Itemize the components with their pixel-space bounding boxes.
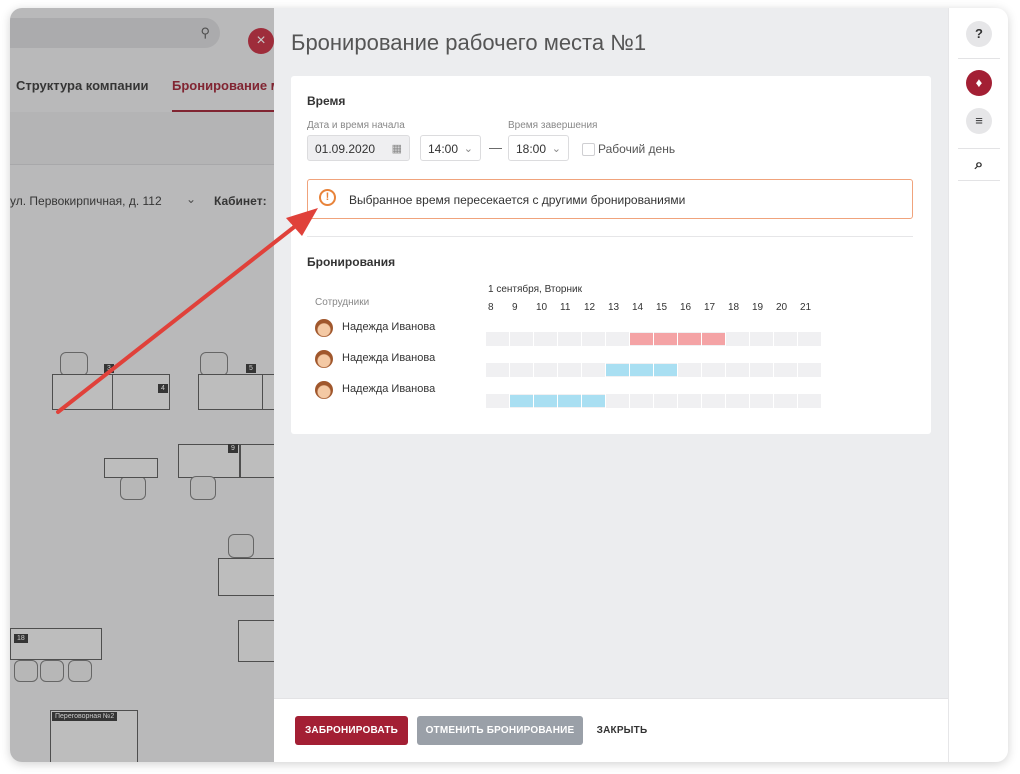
bell-icon[interactable]: ♦ — [966, 70, 992, 96]
date-field[interactable]: 01.09.2020 ▦ — [307, 135, 410, 161]
bookings-section-title: Бронирования — [307, 255, 396, 269]
timeline-hour-label: 15 — [656, 302, 668, 313]
timeline-gridline — [749, 322, 750, 408]
alert-text: Выбранное время пересекается с другими б… — [349, 193, 686, 207]
end-label: Время завершения — [508, 120, 598, 131]
right-rail: ? ♦ ≡ ⌕ — [948, 8, 1008, 762]
workday-checkbox[interactable] — [582, 143, 595, 156]
timeline-gridline — [677, 322, 678, 408]
employee-name: Надежда Иванова — [342, 352, 436, 364]
page-title: Бронирование рабочего места №1 — [291, 30, 647, 55]
timeline-gridline — [725, 322, 726, 408]
rail-divider — [958, 180, 1000, 181]
calendar-icon: ▦ — [391, 143, 402, 155]
timeline-gridline — [701, 322, 702, 408]
rail-divider — [958, 58, 1000, 59]
avatar — [315, 319, 333, 337]
workday-label: Рабочий день — [598, 142, 676, 156]
employees-header: Сотрудники — [315, 297, 370, 308]
timeline-hour-label: 11 — [560, 302, 571, 313]
timeline-gridline — [557, 322, 558, 408]
timeline-gridline — [797, 322, 798, 408]
booking-bar[interactable] — [630, 333, 726, 345]
time-section-title: Время — [307, 94, 346, 108]
search-icon[interactable]: ⌕ — [966, 152, 992, 178]
start-label: Дата и время начала — [307, 120, 405, 131]
timeline-gridline — [821, 322, 822, 408]
timeline-gridline — [533, 322, 534, 408]
timeline-hour-label: 10 — [536, 302, 548, 313]
help-icon[interactable]: ? — [966, 21, 992, 47]
overlap-alert: ! Выбранное время пересекается с другими… — [307, 179, 913, 219]
timeline-gridline — [485, 322, 486, 408]
cancel-booking-button[interactable]: ОТМЕНИТЬ БРОНИРОВАНИЕ — [417, 716, 583, 745]
end-time-value: 18:00 — [516, 142, 547, 156]
booking-bar[interactable] — [606, 364, 678, 376]
booking-bar[interactable] — [510, 395, 606, 407]
chevron-down-icon: ⌄ — [551, 143, 561, 155]
section-divider — [307, 236, 913, 237]
timeline-hour-label: 14 — [632, 302, 644, 313]
timeline-hour-label: 12 — [584, 302, 596, 313]
timeline-hour-label: 8 — [488, 302, 494, 313]
chat-icon[interactable]: ≡ — [966, 108, 992, 134]
close-button[interactable]: ЗАКРЫТЬ — [592, 716, 652, 745]
timeline-hour-label: 21 — [800, 302, 812, 313]
start-time-value: 14:00 — [428, 142, 459, 156]
app-window: ⚲ × Структура компании Бронирование м ул… — [10, 8, 1008, 762]
timeline-gridline — [605, 322, 606, 408]
background-app: ⚲ × Структура компании Бронирование м ул… — [10, 8, 274, 762]
timeline-hour-label: 19 — [752, 302, 764, 313]
panel-footer: ЗАБРОНИРОВАТЬ ОТМЕНИТЬ БРОНИРОВАНИЕ ЗАКР… — [274, 698, 948, 762]
date-value: 01.09.2020 — [315, 142, 376, 156]
book-button[interactable]: ЗАБРОНИРОВАТЬ — [295, 716, 408, 745]
booking-panel: Бронирование рабочего места №1 Время Дат… — [274, 8, 948, 762]
booking-card: Время Дата и время начала Время завершен… — [291, 76, 931, 434]
timeline-gridline — [509, 322, 510, 408]
timeline-hour-label: 17 — [704, 302, 716, 313]
time-range-dash: — — [489, 140, 502, 155]
timeline-gridline — [629, 322, 630, 408]
timeline-gridline — [773, 322, 774, 408]
background-overlay[interactable] — [10, 8, 274, 762]
timeline-hour-label: 16 — [680, 302, 692, 313]
booking-timeline — [485, 322, 822, 408]
warning-icon: ! — [319, 189, 336, 206]
end-time-select[interactable]: 18:00 ⌄ — [508, 135, 569, 161]
timeline-date-header: 1 сентября, Вторник — [488, 284, 582, 295]
chevron-down-icon: ⌄ — [463, 143, 473, 155]
timeline-hour-label: 20 — [776, 302, 788, 313]
start-time-select[interactable]: 14:00 ⌄ — [420, 135, 481, 161]
timeline-hour-label: 13 — [608, 302, 620, 313]
avatar — [315, 381, 333, 399]
timeline-hour-label: 18 — [728, 302, 740, 313]
timeline-gridline — [653, 322, 654, 408]
employee-name: Надежда Иванова — [342, 383, 436, 395]
avatar — [315, 350, 333, 368]
timeline-hour-label: 9 — [512, 302, 518, 313]
timeline-gridline — [581, 322, 582, 408]
rail-divider — [958, 148, 1000, 149]
employee-name: Надежда Иванова — [342, 321, 436, 333]
